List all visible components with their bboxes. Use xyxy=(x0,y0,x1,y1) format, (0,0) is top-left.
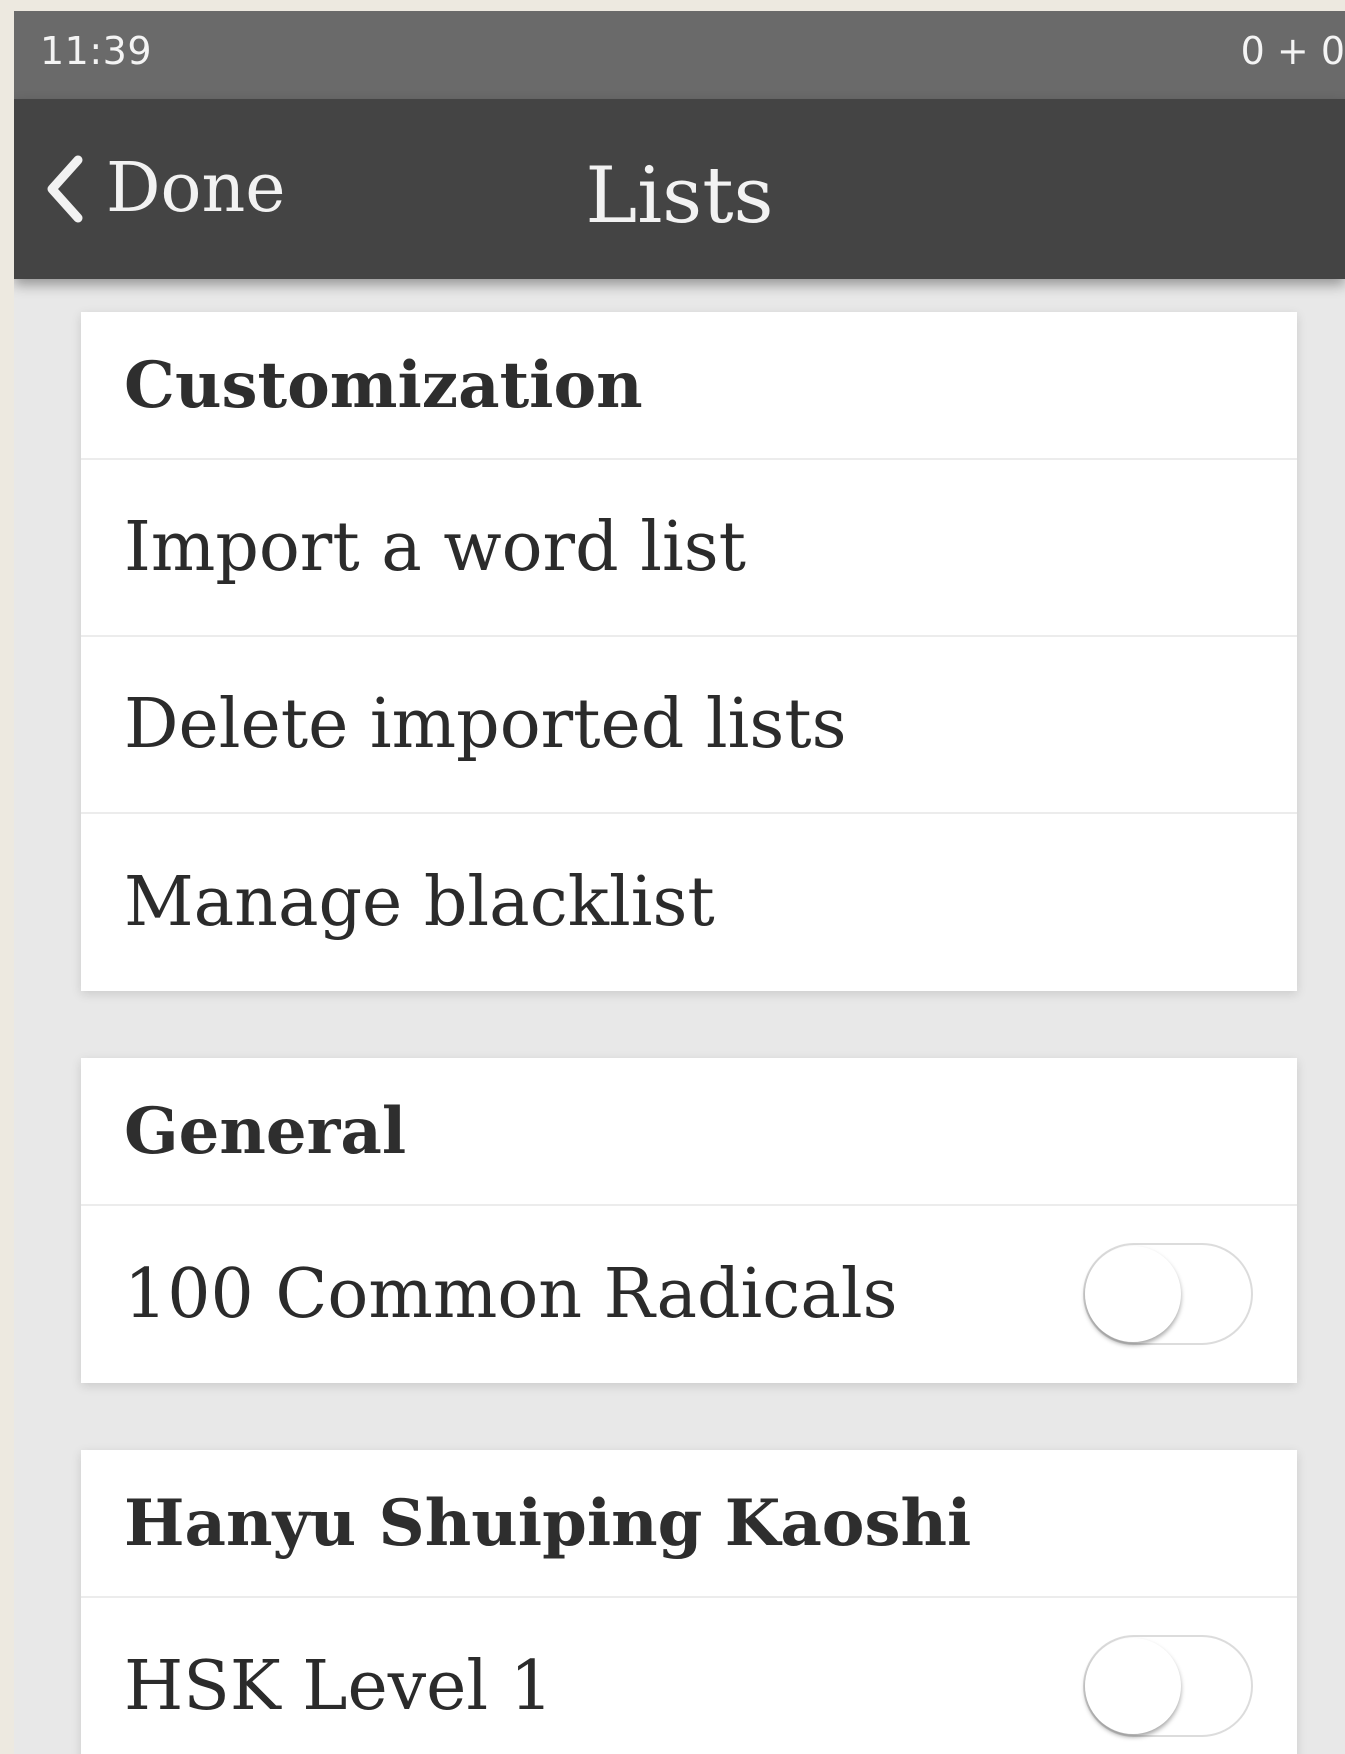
page-title: Lists xyxy=(585,151,774,241)
section-header-general: General xyxy=(81,1058,1297,1206)
import-word-list-item[interactable]: Import a word list xyxy=(81,460,1297,637)
status-indicator: 0 + 0 xyxy=(1240,29,1345,73)
app-screen: 11:39 0 + 0 Done Lists Customization Imp… xyxy=(14,11,1345,1754)
hsk-level-1-toggle[interactable] xyxy=(1083,1634,1255,1739)
toggle-knob xyxy=(1085,1245,1181,1342)
status-time: 11:39 xyxy=(40,29,153,73)
list-item-label: Manage blacklist xyxy=(124,863,715,942)
hsk-section: Hanyu Shuiping Kaoshi HSK Level 1 xyxy=(81,1450,1297,1754)
manage-blacklist-item[interactable]: Manage blacklist xyxy=(81,814,1297,991)
list-item-label: HSK Level 1 xyxy=(124,1647,553,1726)
navigation-bar: Done Lists xyxy=(14,99,1345,279)
list-item-label: 100 Common Radicals xyxy=(124,1255,898,1334)
status-bar: 11:39 0 + 0 xyxy=(14,11,1345,99)
general-section: General 100 Common Radicals xyxy=(81,1058,1297,1383)
delete-imported-lists-item[interactable]: Delete imported lists xyxy=(81,637,1297,814)
list-item-hsk-level-1: HSK Level 1 xyxy=(81,1598,1297,1754)
list-item-100-common-radicals: 100 Common Radicals xyxy=(81,1206,1297,1383)
customization-section: Customization Import a word list Delete … xyxy=(81,312,1297,991)
radicals-toggle[interactable] xyxy=(1083,1242,1255,1347)
section-header-hsk: Hanyu Shuiping Kaoshi xyxy=(81,1450,1297,1598)
toggle-knob xyxy=(1085,1637,1181,1734)
list-item-label: Import a word list xyxy=(124,508,746,587)
list-item-label: Delete imported lists xyxy=(124,685,847,764)
section-header-customization: Customization xyxy=(81,312,1297,460)
